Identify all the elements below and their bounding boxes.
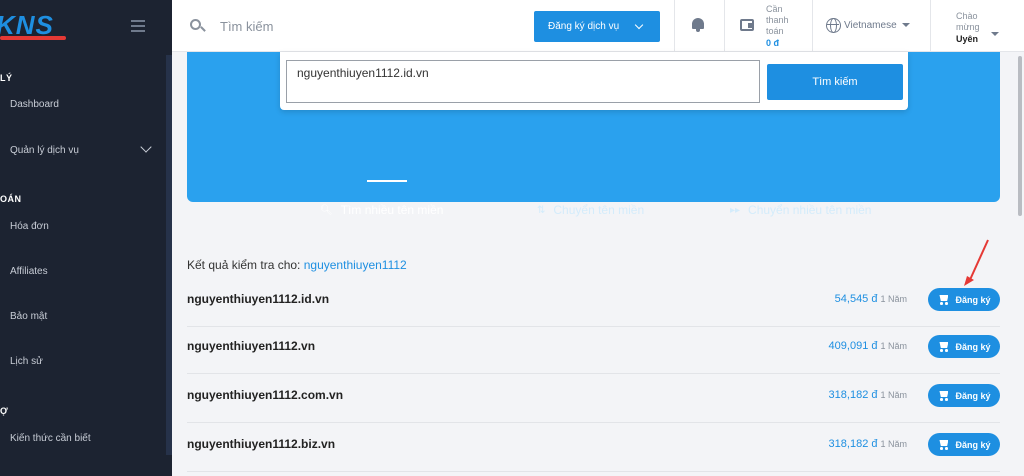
table-row: nguyenthiuyen1112.com.vn 318,182 đ1 Năm …	[187, 373, 1000, 423]
user-menu-caret-icon[interactable]	[986, 25, 999, 43]
register-domain-button[interactable]: Đăng ký	[928, 288, 1000, 311]
register-service-button[interactable]: Đăng ký dịch vụ	[534, 11, 660, 42]
domain-price: 409,091 đ1 Năm	[828, 340, 907, 352]
divider	[930, 0, 931, 52]
domain-name: nguyenthiuyen1112.biz.vn	[187, 437, 336, 451]
register-domain-button[interactable]: Đăng ký	[928, 433, 1000, 456]
tab-bulk-search[interactable]: 🔍︎ Tìm nhiều tên miền	[320, 203, 443, 217]
tab-label: Tìm nhiều tên miền	[340, 203, 444, 217]
domain-name: nguyenthiuyen1112.vn	[187, 339, 316, 353]
sidebar-section-manage: LÝ	[0, 73, 13, 83]
sidebar-item-security[interactable]: Bảo mật	[10, 311, 160, 322]
domain-name: nguyenthiuyen1112.id.vn	[187, 292, 330, 306]
username[interactable]: Uyên	[956, 34, 978, 44]
language-selector[interactable]: Vietnamese	[844, 20, 910, 31]
search-icon	[190, 19, 201, 30]
sidebar-item-dashboard[interactable]: Dashboard	[10, 99, 160, 110]
bell-icon[interactable]	[692, 18, 704, 32]
sidebar-item-invoices[interactable]: Hóa đơn	[10, 221, 160, 232]
sidebar-item-services[interactable]: Quản lý dịch vụ	[10, 141, 160, 156]
globe-icon	[826, 18, 841, 33]
search-icon: 🔍︎	[320, 204, 333, 216]
transfer-icon: ⇅	[537, 204, 546, 216]
cart-icon	[937, 295, 949, 305]
cart-icon	[937, 440, 949, 450]
sidebar-section-accounting: OÁN	[0, 194, 22, 204]
divider	[724, 0, 725, 52]
table-row: nguyenthiuyen1112.biz.vn 318,182 đ1 Năm …	[187, 422, 1000, 472]
payment-due-amount: 0 đ	[766, 38, 780, 48]
active-tab-indicator	[367, 180, 407, 182]
results-label: Kết quả kiểm tra cho:	[187, 258, 301, 272]
sidebar-item-affiliates[interactable]: Affiliates	[10, 266, 160, 277]
register-domain-label: Đăng ký	[955, 294, 991, 305]
caret-down-icon	[901, 23, 910, 28]
sidebar-scrollbar[interactable]	[166, 55, 172, 455]
brand-logo[interactable]: KNS	[0, 6, 80, 40]
divider	[812, 0, 813, 52]
divider	[674, 0, 675, 52]
sidebar-item-label: Quản lý dịch vụ	[10, 145, 79, 156]
domain-search-card: Tìm kiếm	[280, 52, 908, 110]
domain-price: 318,182 đ1 Năm	[828, 438, 907, 450]
chevron-down-icon	[140, 141, 152, 153]
cart-icon	[937, 391, 949, 401]
table-row: nguyenthiuyen1112.id.vn 54,545 đ1 Năm Đă…	[187, 277, 1000, 327]
fast-forward-icon: ▸▸	[730, 204, 741, 216]
domain-search-button[interactable]: Tìm kiếm	[767, 64, 903, 100]
tab-bulk-transfer[interactable]: ▸▸ Chuyển nhiều tên miền	[730, 203, 871, 217]
wallet-icon[interactable]	[740, 19, 754, 31]
results-heading: Kết quả kiểm tra cho: nguyenthiuyen1112	[187, 258, 407, 272]
sidebar-item-knowledge[interactable]: Kiến thức cần biết	[10, 433, 160, 444]
domain-price: 54,545 đ1 Năm	[834, 293, 907, 305]
annotation-arrow-icon	[964, 239, 989, 286]
domain-input[interactable]	[286, 60, 760, 103]
page-scrollbar[interactable]	[1018, 56, 1022, 216]
chevron-down-icon	[634, 20, 644, 30]
cart-icon	[937, 342, 949, 352]
sidebar-section-support: Ợ	[0, 406, 9, 416]
menu-toggle-icon[interactable]	[131, 20, 145, 32]
register-domain-label: Đăng ký	[955, 341, 991, 352]
register-service-label: Đăng ký dịch vụ	[548, 21, 620, 32]
domain-price: 318,182 đ1 Năm	[828, 389, 907, 401]
register-domain-label: Đăng ký	[955, 439, 991, 450]
table-row: nguyenthiuyen1112.vn 409,091 đ1 Năm Đăng…	[187, 324, 1000, 374]
greeting-text: Chào mừng	[956, 11, 980, 32]
domain-name: nguyenthiuyen1112.com.vn	[187, 388, 344, 402]
results-keyword: nguyenthiuyen1112	[303, 258, 407, 272]
register-domain-button[interactable]: Đăng ký	[928, 335, 1000, 358]
language-label: Vietnamese	[844, 20, 897, 31]
tab-label: Chuyển tên miền	[553, 203, 645, 217]
sidebar-item-history[interactable]: Lịch sử	[10, 356, 160, 367]
top-header: Đăng ký dịch vụ Cần thanh toán 0 đ Vietn…	[172, 0, 1024, 52]
sidebar: KNS LÝ Dashboard Quản lý dịch vụ OÁN Hóa…	[0, 0, 172, 476]
tab-transfer-domain[interactable]: ⇅ Chuyển tên miền	[537, 203, 644, 217]
payment-due-label: Cần thanh toán	[766, 4, 789, 36]
logo-swoosh	[0, 36, 66, 40]
register-domain-label: Đăng ký	[955, 390, 991, 401]
search-input[interactable]	[220, 14, 500, 38]
register-domain-button[interactable]: Đăng ký	[928, 384, 1000, 407]
tab-label: Chuyển nhiều tên miền	[748, 203, 872, 217]
